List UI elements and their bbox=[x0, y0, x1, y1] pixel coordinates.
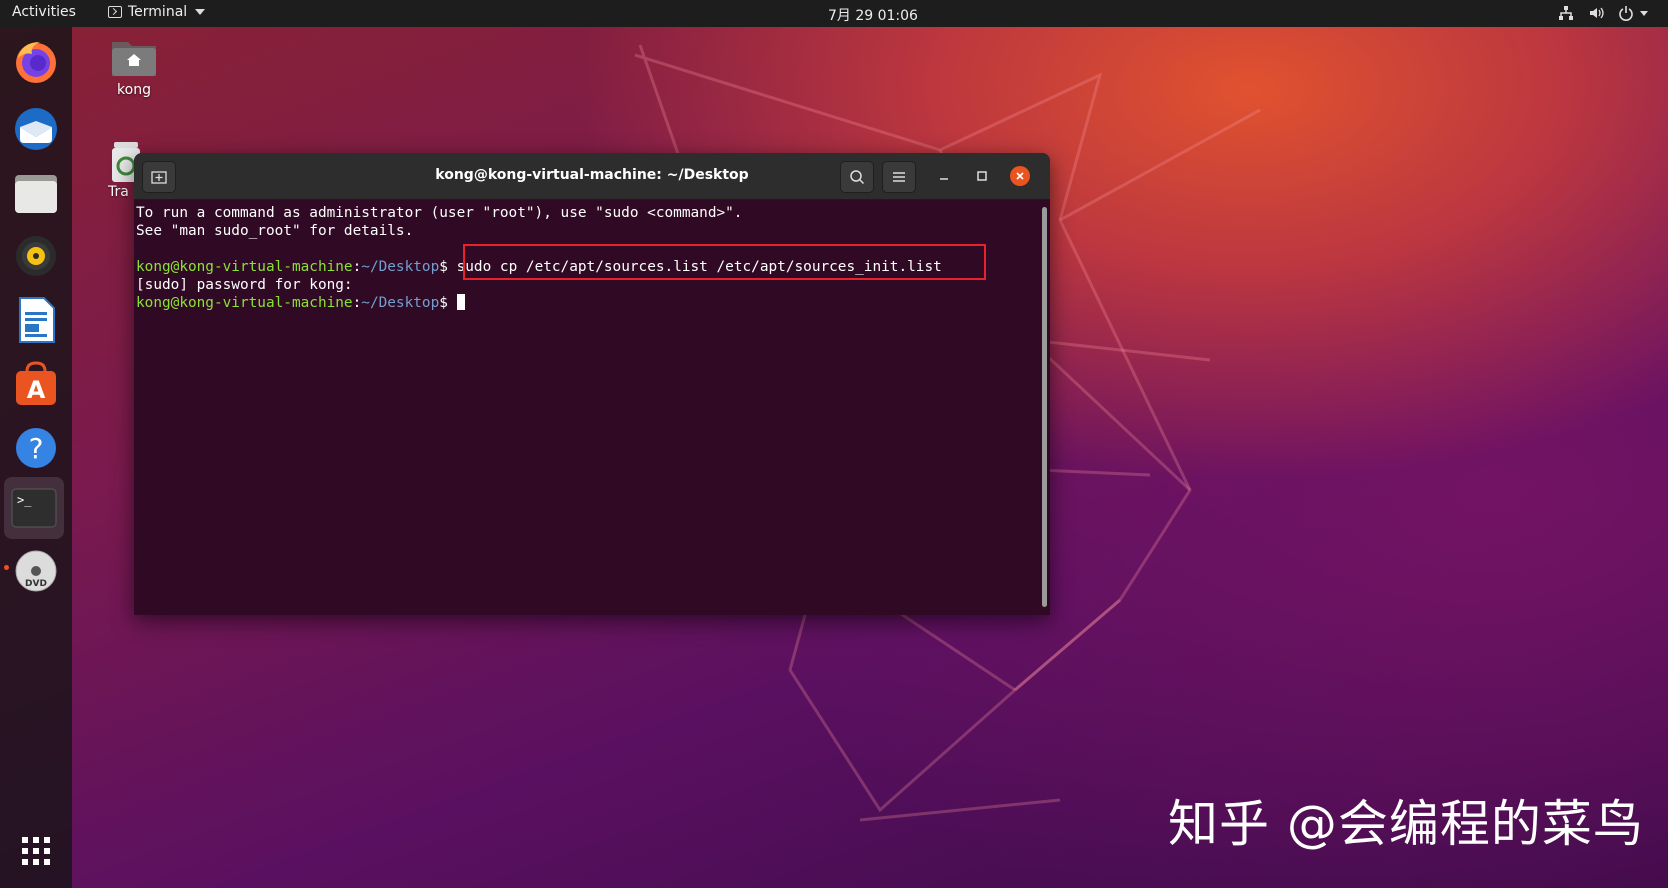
help-icon: ? bbox=[16, 428, 56, 468]
search-button[interactable] bbox=[840, 161, 874, 193]
close-icon bbox=[1016, 172, 1024, 180]
prompt-user: kong@kong-virtual-machine bbox=[136, 259, 353, 275]
app-menu[interactable]: Terminal bbox=[108, 4, 206, 20]
menu-button[interactable] bbox=[882, 161, 916, 193]
dock-terminal[interactable]: >_ bbox=[4, 477, 64, 539]
svg-text:A: A bbox=[27, 376, 46, 404]
dock-thunderbird[interactable] bbox=[8, 101, 64, 157]
close-button[interactable] bbox=[1010, 166, 1030, 186]
maximize-button[interactable] bbox=[972, 166, 992, 186]
volume-icon[interactable] bbox=[1588, 5, 1604, 21]
home-folder-label: kong bbox=[117, 82, 151, 98]
desktop-home-folder[interactable]: kong bbox=[104, 36, 164, 98]
home-folder-icon bbox=[112, 42, 156, 76]
prompt-path: ~/Desktop bbox=[361, 295, 440, 311]
svg-text:?: ? bbox=[29, 432, 44, 465]
clock[interactable]: 7月 29 01:06 bbox=[828, 5, 918, 25]
prompt-symbol: $ bbox=[439, 259, 457, 275]
terminal-output[interactable]: To run a command as administrator (user … bbox=[134, 200, 1034, 615]
svg-text:>_: >_ bbox=[17, 493, 32, 507]
prompt-line: kong@kong-virtual-machine:~/Desktop$ bbox=[136, 294, 465, 312]
dock-help[interactable]: ? bbox=[8, 420, 64, 476]
dock: A ? >_ DVD bbox=[0, 27, 72, 888]
scrollbar[interactable] bbox=[1042, 207, 1047, 607]
power-icon[interactable] bbox=[1618, 5, 1634, 21]
dock-rhythmbox[interactable] bbox=[8, 228, 64, 284]
output-line: See "man sudo_root" for details. bbox=[136, 223, 414, 239]
dock-files[interactable] bbox=[8, 165, 64, 221]
hamburger-menu-icon bbox=[893, 172, 905, 182]
terminal-window[interactable]: kong@kong-virtual-machine: ~/Desktop To … bbox=[134, 153, 1050, 615]
activities-button[interactable]: Activities bbox=[12, 4, 76, 20]
files-icon bbox=[15, 175, 57, 213]
svg-text:DVD: DVD bbox=[25, 579, 47, 589]
terminal-small-icon bbox=[108, 6, 122, 18]
terminal-titlebar[interactable]: kong@kong-virtual-machine: ~/Desktop bbox=[134, 153, 1050, 200]
prompt-user: kong@kong-virtual-machine bbox=[136, 295, 353, 311]
network-icon[interactable] bbox=[1558, 5, 1574, 21]
dvd-icon: DVD bbox=[15, 550, 57, 592]
terminal-icon: >_ bbox=[11, 488, 57, 528]
prompt-colon: : bbox=[352, 295, 362, 311]
prompt-path: ~/Desktop bbox=[361, 259, 440, 275]
chevron-down-icon[interactable] bbox=[1640, 10, 1648, 16]
minimize-button[interactable] bbox=[934, 166, 954, 186]
dock-show-apps[interactable] bbox=[8, 823, 64, 879]
minimize-icon bbox=[940, 178, 948, 180]
ubuntu-software-icon: A bbox=[16, 361, 56, 405]
app-menu-label: Terminal bbox=[128, 4, 188, 20]
chevron-down-icon bbox=[195, 9, 206, 15]
show-apps-icon bbox=[22, 837, 50, 865]
highlight-annotation bbox=[463, 244, 986, 280]
watermark: 知乎 @会编程的菜鸟 bbox=[1168, 795, 1644, 853]
rhythmbox-icon bbox=[16, 236, 56, 276]
system-tray[interactable] bbox=[1558, 5, 1648, 21]
output-line: To run a command as administrator (user … bbox=[136, 205, 743, 221]
top-bar: Activities Terminal 7月 29 01:06 bbox=[0, 0, 1668, 27]
dock-firefox[interactable] bbox=[8, 34, 64, 90]
firefox-icon bbox=[16, 42, 56, 83]
maximize-icon bbox=[977, 171, 987, 181]
prompt-symbol: $ bbox=[439, 295, 457, 311]
dock-writer[interactable] bbox=[8, 292, 64, 348]
running-indicator bbox=[4, 565, 9, 570]
dock-software[interactable]: A bbox=[8, 356, 64, 412]
prompt-colon: : bbox=[352, 259, 362, 275]
dock-dvd[interactable]: DVD bbox=[8, 543, 64, 599]
text-cursor bbox=[456, 294, 465, 310]
search-icon bbox=[850, 170, 865, 185]
thunderbird-icon bbox=[15, 108, 57, 150]
libreoffice-writer-icon bbox=[19, 297, 55, 343]
sudo-prompt-line: [sudo] password for kong: bbox=[136, 277, 353, 293]
